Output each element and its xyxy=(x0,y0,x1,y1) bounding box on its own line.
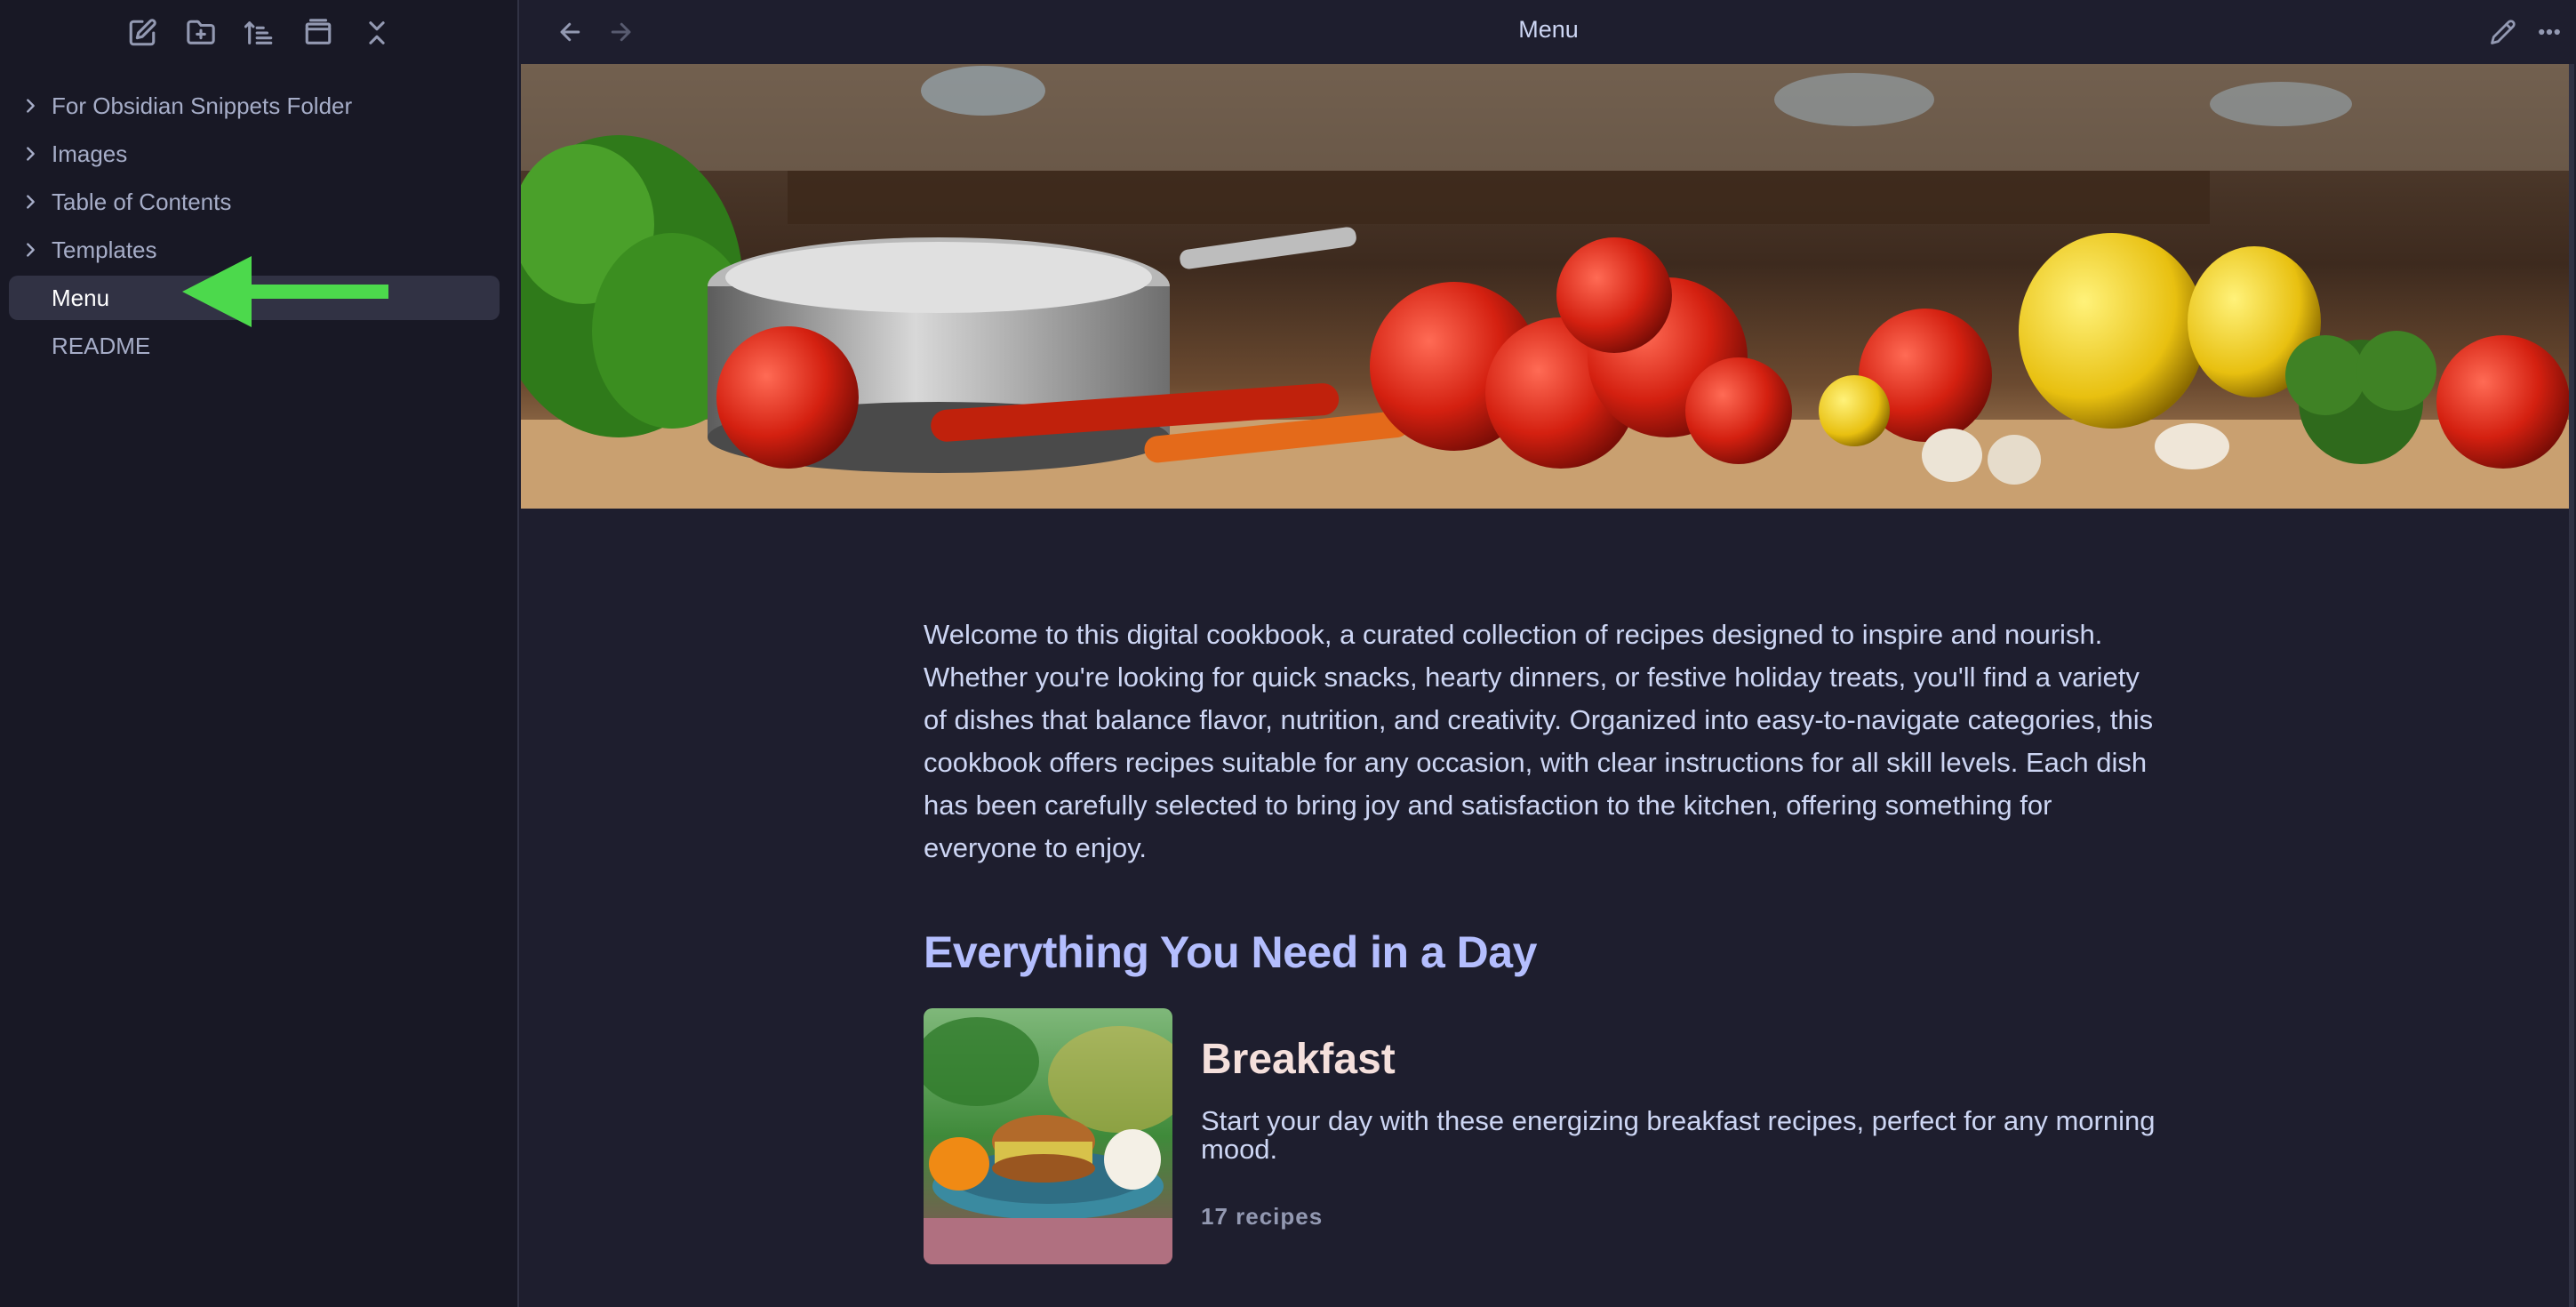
chevron-right-icon xyxy=(9,144,52,164)
chevron-right-icon xyxy=(9,192,52,212)
folder-label: For Obsidian Snippets Folder xyxy=(52,92,353,119)
file-explorer-sidebar: For Obsidian Snippets Folder Images Tabl… xyxy=(0,0,519,1307)
recipe-count: 17 recipes xyxy=(1201,1203,1324,1230)
explorer-toolbar xyxy=(0,0,519,66)
editor-pane: Menu Welcome to this digital cookbook, a… xyxy=(521,0,2576,1307)
section-heading: Everything You Need in a Day xyxy=(924,927,1537,977)
folder-label: Images xyxy=(52,140,128,167)
folder-item-table-of-contents[interactable]: Table of Contents xyxy=(9,180,500,224)
new-note-button[interactable] xyxy=(124,15,160,51)
more-horizontal-icon xyxy=(2539,28,2560,36)
view-header: Menu xyxy=(521,0,2576,64)
collapse-view-button[interactable] xyxy=(300,15,336,51)
file-label: README xyxy=(52,332,151,359)
file-item-readme[interactable]: README xyxy=(9,324,500,368)
pencil-icon xyxy=(2491,20,2516,44)
chevron-right-icon xyxy=(9,240,52,260)
view-title: Menu xyxy=(1518,16,1579,43)
category-card-breakfast[interactable]: Breakfast Start your day with these ener… xyxy=(924,1008,2168,1264)
chevron-right-icon xyxy=(9,96,52,116)
card-body: Breakfast Start your day with these ener… xyxy=(1201,1008,2161,1264)
collapse-all-button[interactable] xyxy=(359,15,395,51)
edit-mode-button[interactable] xyxy=(2484,12,2523,52)
scrollbar[interactable] xyxy=(2569,64,2574,1307)
breakfast-thumbnail xyxy=(924,1008,1172,1264)
folder-item-images[interactable]: Images xyxy=(9,132,500,176)
new-folder-button[interactable] xyxy=(183,15,219,51)
new-note-icon xyxy=(129,19,156,46)
intro-paragraph: Welcome to this digital cookbook, a cura… xyxy=(924,619,2154,863)
note-content: Welcome to this digital cookbook, a cura… xyxy=(924,613,2168,1264)
banner-image xyxy=(521,64,2571,509)
new-folder-icon xyxy=(187,20,215,44)
more-options-button[interactable] xyxy=(2530,12,2569,52)
sort-icon xyxy=(244,21,273,44)
collapse-all-icon xyxy=(369,21,385,44)
collapse-view-icon xyxy=(305,19,332,44)
file-tree: For Obsidian Snippets Folder Images Tabl… xyxy=(9,84,500,372)
sort-button[interactable] xyxy=(242,15,277,51)
file-label: Menu xyxy=(52,284,110,311)
folder-label: Templates xyxy=(52,236,157,263)
folder-label: Table of Contents xyxy=(52,188,232,215)
card-description: Start your day with these energizing bre… xyxy=(1201,1105,2156,1165)
annotation-arrow-icon xyxy=(182,256,388,327)
folder-item-obsidian-snippets[interactable]: For Obsidian Snippets Folder xyxy=(9,84,500,128)
card-title: Breakfast xyxy=(1201,1036,1396,1083)
